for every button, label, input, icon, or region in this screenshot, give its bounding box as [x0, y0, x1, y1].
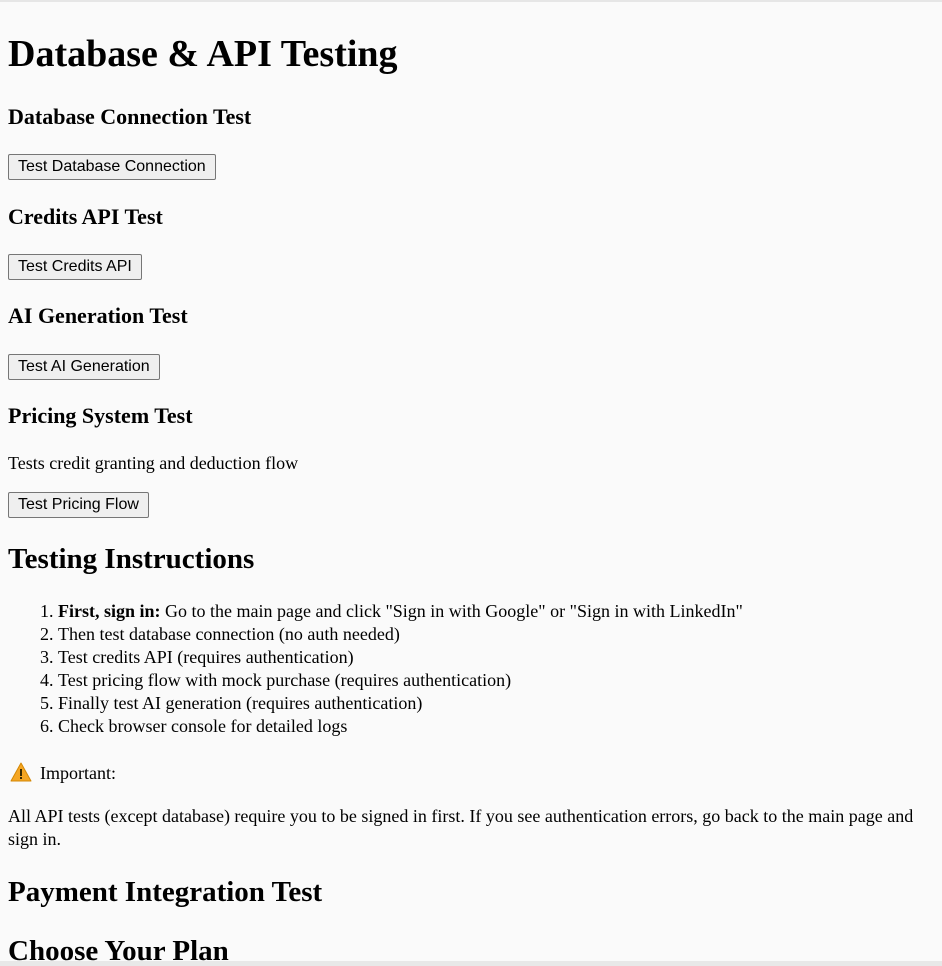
- test-ai-generation-button[interactable]: Test AI Generation: [8, 354, 160, 380]
- list-item-bold: First, sign in:: [58, 601, 161, 621]
- warning-icon: [10, 762, 32, 782]
- important-label-row: Important:: [8, 762, 934, 785]
- list-item: Then test database connection (no auth n…: [58, 623, 934, 646]
- important-text: All API tests (except database) require …: [8, 806, 914, 849]
- test-credits-api-button[interactable]: Test Credits API: [8, 254, 142, 280]
- important-label: Important:: [40, 763, 116, 783]
- payment-heading: Payment Integration Test: [8, 876, 323, 908]
- instructions-heading: Testing Instructions: [8, 543, 255, 575]
- pricing-description: Tests credit granting and deduction flow: [8, 453, 299, 473]
- list-item-text: Go to the main page and click "Sign in w…: [160, 601, 743, 621]
- list-item: First, sign in: Go to the main page and …: [58, 600, 934, 623]
- list-item: Test pricing flow with mock purchase (re…: [58, 669, 934, 692]
- test-pricing-flow-button[interactable]: Test Pricing Flow: [8, 492, 149, 518]
- page-title: Database & API Testing: [8, 33, 398, 75]
- section-heading-pricing: Pricing System Test: [8, 403, 193, 428]
- list-item: Finally test AI generation (requires aut…: [58, 692, 934, 715]
- section-heading-credits: Credits API Test: [8, 204, 163, 229]
- test-database-connection-button[interactable]: Test Database Connection: [8, 154, 216, 180]
- section-heading-database: Database Connection Test: [8, 104, 252, 129]
- section-heading-ai-generation: AI Generation Test: [8, 303, 188, 328]
- instructions-list: First, sign in: Go to the main page and …: [8, 600, 934, 738]
- main-content: Database & API Testing Database Connecti…: [8, 2, 934, 966]
- list-item: Test credits API (requires authenticatio…: [58, 646, 934, 669]
- list-item: Check browser console for detailed logs: [58, 715, 934, 738]
- horizontal-scrollbar[interactable]: [0, 961, 942, 966]
